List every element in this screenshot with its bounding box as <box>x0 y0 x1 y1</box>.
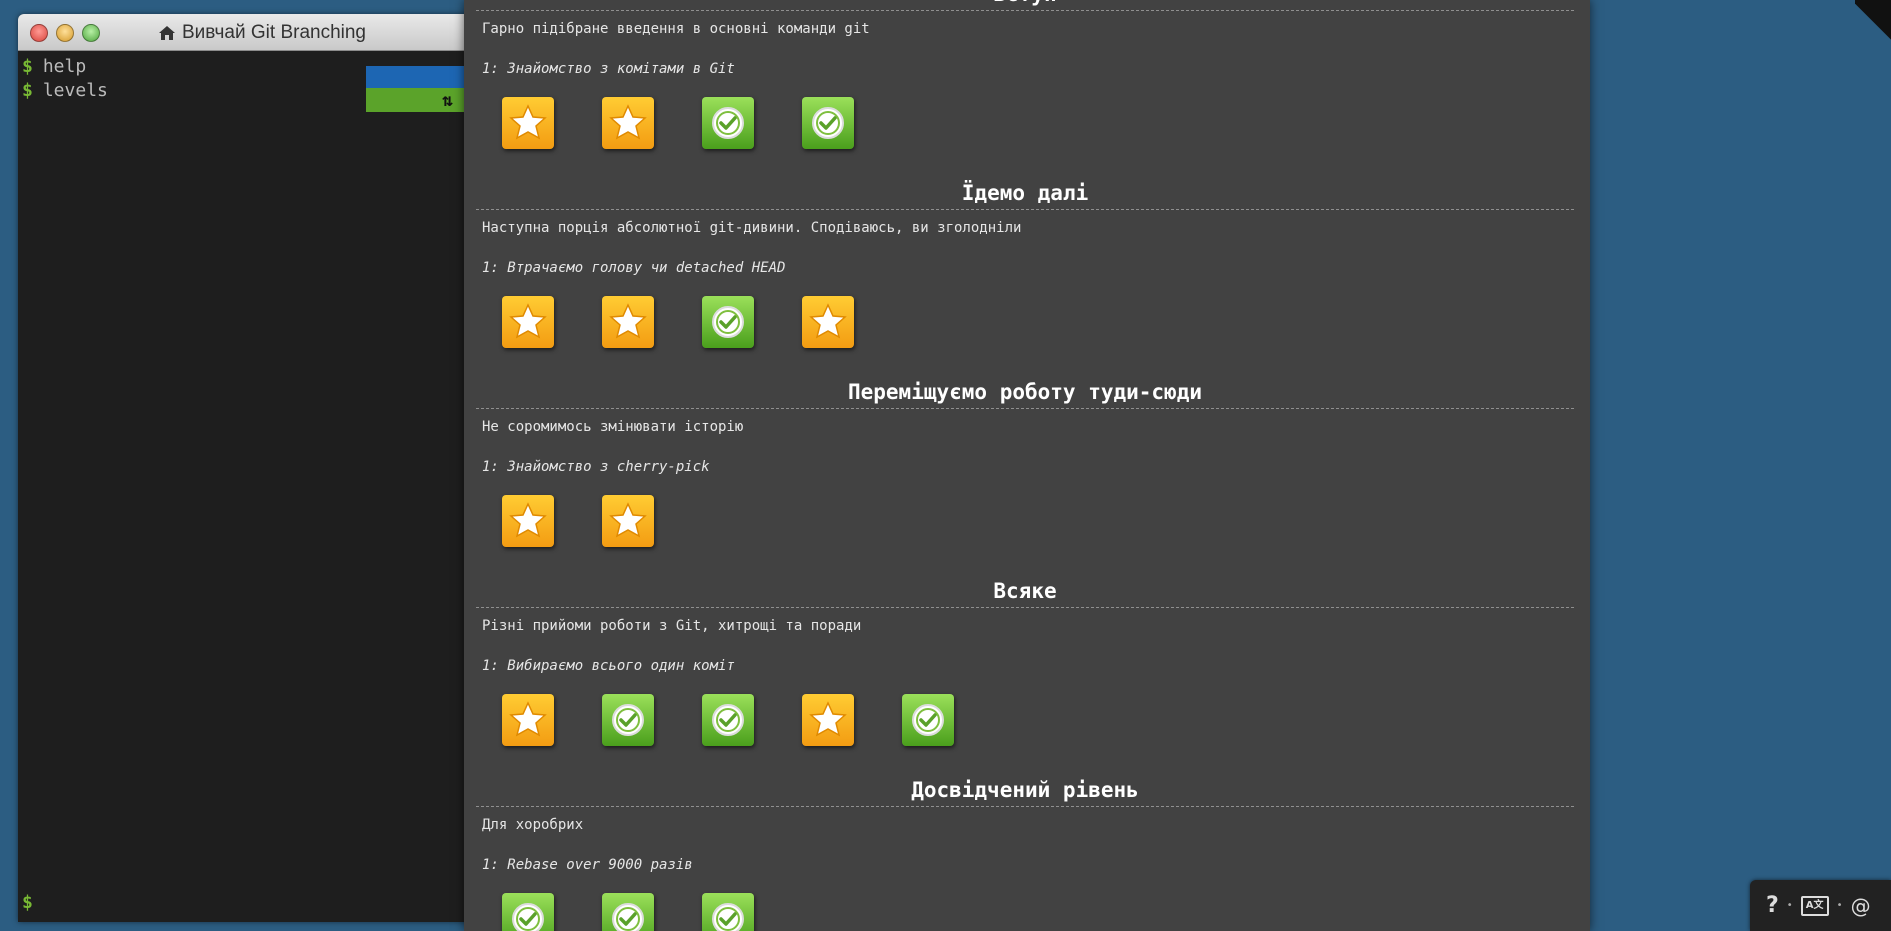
window-controls <box>30 24 100 42</box>
sequence-move: Переміщуємо роботу туди-сюди Не соромимо… <box>476 376 1574 575</box>
sequence-title: Вступ <box>476 0 1574 11</box>
level-completed-icon[interactable] <box>502 893 554 931</box>
sort-icon[interactable]: ⇅ <box>442 90 453 111</box>
level-icons <box>476 885 1574 931</box>
terminal-titlebar: Вивчай Git Branching <box>18 14 488 51</box>
terminal-body[interactable]: $ help $ levels $ <box>18 51 488 919</box>
sequence-level-name: 1: Знайомство з комітами в Git <box>482 61 735 77</box>
level-completed-icon[interactable] <box>902 694 954 746</box>
sequence-title: Їдемо далі <box>476 177 1574 210</box>
level-star-icon[interactable] <box>602 296 654 348</box>
sequence-rampup: Їдемо далі Наступна порція абсолютної gi… <box>476 177 1574 376</box>
sequence-about: Різні прийоми роботи з Git, хитрощі та п… <box>482 618 862 634</box>
level-star-icon[interactable] <box>802 296 854 348</box>
sequence-mixed: Всяке Різні прийоми роботи з Git, хитрощ… <box>476 575 1574 774</box>
sequence-level-name: 1: Знайомство з cherry-pick <box>482 459 710 475</box>
level-icons <box>476 487 1574 575</box>
sequence-about: Наступна порція абсолютної git-дивини. С… <box>482 220 1022 236</box>
level-completed-icon[interactable] <box>602 893 654 931</box>
level-star-icon[interactable] <box>602 495 654 547</box>
sequence-title: Всяке <box>476 575 1574 608</box>
language-icon[interactable]: A文 <box>1800 895 1829 916</box>
level-star-icon[interactable] <box>502 97 554 149</box>
terminal-window: Вивчай Git Branching $ help $ levels $ ⇅ <box>18 14 488 922</box>
home-icon <box>158 25 176 41</box>
level-completed-icon[interactable] <box>702 97 754 149</box>
level-icons <box>476 288 1574 376</box>
levels-list[interactable]: Вступ Гарно підібране введення в основні… <box>476 0 1574 931</box>
sequence-about: Для хоробрих <box>482 817 584 833</box>
separator: • <box>1786 900 1793 911</box>
level-completed-icon[interactable] <box>702 296 754 348</box>
level-star-icon[interactable] <box>502 296 554 348</box>
level-icons <box>476 89 1574 177</box>
sequence-title: Досвідчений рівень <box>476 774 1574 807</box>
sequence-advanced: Досвідчений рівень Для хоробрих 1: Rebas… <box>476 774 1574 931</box>
level-completed-icon[interactable] <box>702 893 754 931</box>
maximize-window-button[interactable] <box>82 24 100 42</box>
corner-ribbon[interactable] <box>1855 0 1891 40</box>
sequence-intro: Вступ Гарно підібране введення в основні… <box>476 0 1574 177</box>
command-input-prompt[interactable]: $ <box>22 892 33 913</box>
bottom-toolbar: ? • A文 • @ <box>1750 880 1891 931</box>
minimize-window-button[interactable] <box>56 24 74 42</box>
prompt-symbol: $ <box>22 80 33 101</box>
close-window-button[interactable] <box>30 24 48 42</box>
window-title-text: Вивчай Git Branching <box>182 22 366 43</box>
sequence-level-name: 1: Втрачаємо голову чи detached HEAD <box>482 260 786 276</box>
level-star-icon[interactable] <box>802 694 854 746</box>
level-icons <box>476 686 1574 774</box>
command-text: levels <box>42 80 108 101</box>
level-completed-icon[interactable] <box>802 97 854 149</box>
help-icon[interactable]: ? <box>1766 893 1779 918</box>
sequence-about: Не соромимось змінювати історію <box>482 419 744 435</box>
separator: • <box>1836 900 1843 911</box>
sequence-level-name: 1: Вибираємо всього один коміт <box>482 658 735 674</box>
sequence-title: Переміщуємо роботу туди-сюди <box>476 376 1574 409</box>
level-star-icon[interactable] <box>502 694 554 746</box>
level-completed-icon[interactable] <box>702 694 754 746</box>
window-title: Вивчай Git Branching <box>158 22 366 44</box>
threads-icon[interactable]: @ <box>1851 894 1871 918</box>
level-star-icon[interactable] <box>602 97 654 149</box>
levels-modal: Вступ Гарно підібране введення в основні… <box>464 0 1590 931</box>
command-text: help <box>42 56 87 77</box>
sequence-about: Гарно підібране введення в основні коман… <box>482 21 870 37</box>
sequence-level-name: 1: Rebase over 9000 разів <box>482 857 693 873</box>
level-star-icon[interactable] <box>502 495 554 547</box>
prompt-symbol: $ <box>22 56 33 77</box>
level-completed-icon[interactable] <box>602 694 654 746</box>
